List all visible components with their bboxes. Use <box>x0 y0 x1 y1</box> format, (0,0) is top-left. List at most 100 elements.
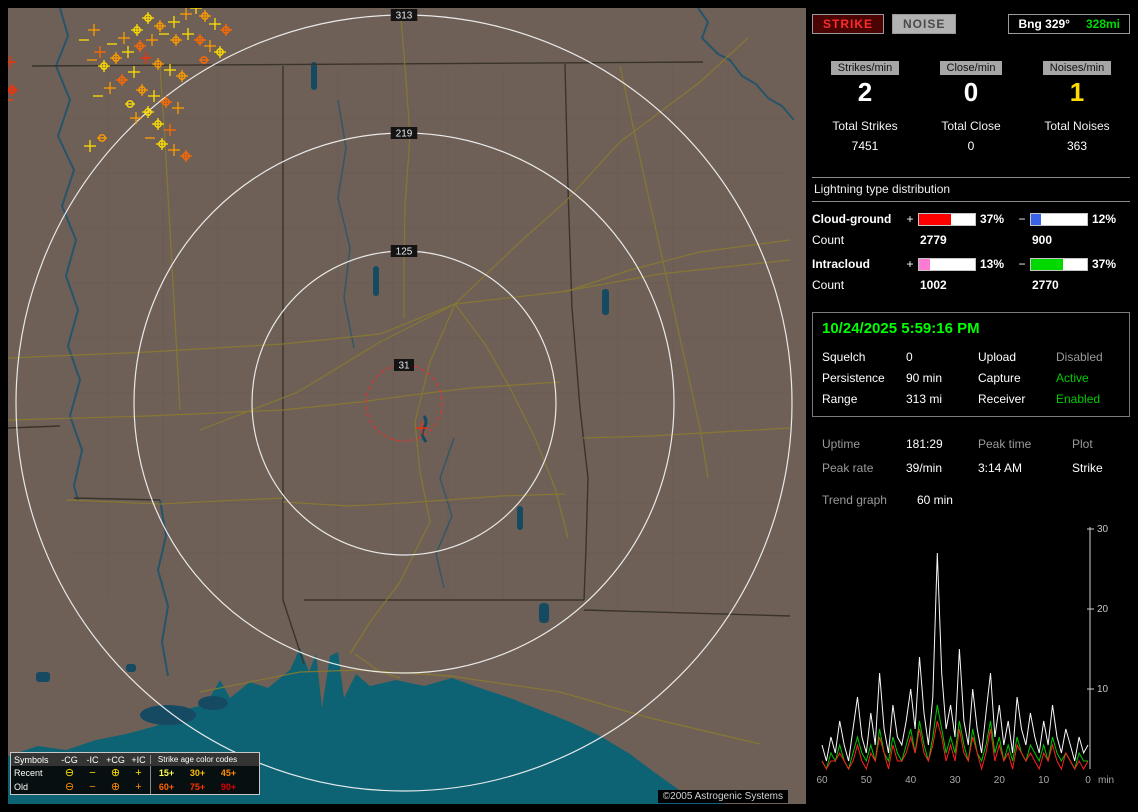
peak-time-value: 3:14 AM <box>978 461 1023 475</box>
svg-text:30: 30 <box>1097 524 1109 535</box>
distribution-bar <box>1030 212 1088 226</box>
setting-status: Enabled <box>1056 392 1101 406</box>
uptime-value: 181:29 <box>906 437 943 451</box>
polarity-sign: − <box>1018 257 1026 271</box>
distribution-title: Lightning type distribution <box>812 178 1130 202</box>
trend-series-total-strikes <box>821 552 1089 762</box>
svg-text:20: 20 <box>1097 604 1109 615</box>
setting-label: Squelch <box>822 350 866 364</box>
strike-symbol-icon: + <box>135 781 142 793</box>
setting-value: 313 mi <box>906 392 943 406</box>
strike-symbol-icon: − <box>89 767 96 779</box>
polarity-sign: + <box>906 257 914 271</box>
age-code: 30+ <box>189 768 206 778</box>
distribution-percent: 37% <box>980 212 1005 226</box>
setting-label: Upload <box>978 350 1017 364</box>
copyright-text: ©2005 Astrogenic Systems <box>657 790 788 803</box>
legend-age-cells: 15+ 30+ 45+ <box>150 766 244 780</box>
polarity-sign: + <box>906 212 914 226</box>
distribution-percent: 13% <box>980 257 1005 271</box>
distribution-bar-cell: +13% <box>906 257 1018 271</box>
rate-columns: Strikes/min 2 Total Strikes 7451 Close/min 0 T… <box>812 60 1130 153</box>
plot-label: Plot <box>1072 437 1093 451</box>
trend-header: Trend graph 60 min <box>812 493 1130 507</box>
total-label: Total Strikes <box>832 119 898 133</box>
distribution-type-label: Cloud-ground <box>812 212 892 226</box>
strike-indicator[interactable]: STRIKE <box>812 14 885 34</box>
rate-header-button[interactable]: Strikes/min <box>830 61 900 75</box>
distribution-row-1: Intracloud +13% − 37% <box>812 257 1130 271</box>
rate-column-0: Strikes/min 2 Total Strikes 7451 <box>812 60 918 153</box>
strike-symbol-icon: ⊖ <box>64 781 75 793</box>
map-legend: Symbols -CG -IC +CG +IC Strike age color code… <box>10 752 260 795</box>
setting-value: 0 <box>906 350 913 364</box>
status-panel: STRIKE NOISE Bng 329° 328mi Strikes/min 2… <box>812 8 1130 804</box>
svg-text:0: 0 <box>1085 775 1091 786</box>
svg-text:30: 30 <box>949 775 961 786</box>
distribution-bar <box>918 212 976 226</box>
count-value: 2779 <box>920 233 947 247</box>
count-value: 1002 <box>920 278 947 292</box>
count-value: 900 <box>1032 233 1053 247</box>
distribution-percent: 12% <box>1092 212 1117 226</box>
legend-col-+CG: +CG <box>106 754 125 765</box>
distribution-bar <box>918 257 976 271</box>
distribution-section: Lightning type distribution Cloud-ground… <box>812 177 1130 292</box>
distribution-bar <box>1030 257 1088 271</box>
trend-label: Trend graph <box>822 493 887 507</box>
age-code: 45+ <box>220 768 237 778</box>
legend-col--IC: -IC <box>86 754 99 765</box>
ring-label: 313 <box>396 11 413 22</box>
rate-value: 1 <box>1069 77 1085 107</box>
polarity-sign: − <box>1018 212 1026 226</box>
peak-time-label: Peak time <box>978 437 1032 451</box>
rate-column-2: Noises/min 1 Total Noises 363 <box>1024 60 1130 153</box>
rate-value: 2 <box>857 77 873 107</box>
noise-indicator[interactable]: NOISE <box>892 14 957 34</box>
strike-symbol-icon: − <box>89 781 96 793</box>
count-label: Count <box>812 278 845 292</box>
setting-label: Persistence <box>822 371 885 385</box>
svg-text:40: 40 <box>905 775 917 786</box>
legend-header: Symbols -CG -IC +CG +IC Strike age color code… <box>11 753 259 766</box>
setting-value: 90 min <box>906 371 943 385</box>
distribution-count-row: Count 1002 2770 <box>812 278 1130 292</box>
bearing-readout: Bng 329° 328mi <box>1008 14 1130 34</box>
distribution-percent: 37% <box>1092 257 1117 271</box>
svg-text:10: 10 <box>1038 775 1050 786</box>
setting-status: Active <box>1056 371 1089 385</box>
age-code: 75+ <box>189 782 206 792</box>
count-value: 2770 <box>1032 278 1059 292</box>
legend-age-cells: 60+ 75+ 90+ <box>150 780 244 794</box>
svg-text:20: 20 <box>994 775 1006 786</box>
map-canvas: 313 219 125 31 <box>8 8 806 804</box>
legend-row-recent: Recent ⊖ − ⊕ +15+ 30+ 45+ <box>11 766 259 780</box>
bearing-distance: 328mi <box>1085 17 1120 31</box>
strike-symbol-icon: + <box>135 767 142 779</box>
datetime-display: 10/24/2025 5:59:16 PM <box>822 320 980 337</box>
plot-value[interactable]: Strike <box>1072 461 1120 475</box>
indicator-row: STRIKE NOISE Bng 329° 328mi <box>812 14 1130 34</box>
ring-label: 125 <box>396 247 413 258</box>
total-value: 0 <box>967 139 975 153</box>
legend-col-+IC: +IC <box>131 754 146 765</box>
strike-symbol-icon: ⊕ <box>110 781 121 793</box>
ring-label: 219 <box>396 129 413 140</box>
rate-header-button[interactable]: Close/min <box>939 61 1003 75</box>
strike-symbol-icon: ⊖ <box>64 767 75 779</box>
setting-label: Receiver <box>978 392 1026 406</box>
trend-window: 60 min <box>916 493 953 507</box>
rate-header-button[interactable]: Noises/min <box>1042 61 1112 75</box>
distribution-bar-cell: +37% <box>906 212 1018 226</box>
system-info-box: 10/24/2025 5:59:16 PM Squelch 0 Upload Disa… <box>812 312 1130 417</box>
bearing-value: Bng 329° <box>1018 17 1070 31</box>
svg-text:60: 60 <box>816 775 828 786</box>
strike-symbol-icon: ⊕ <box>110 767 121 779</box>
legend-row-label: Recent <box>14 768 43 778</box>
radar-map[interactable]: 313 219 125 31 Symbols -CG -IC +CG +IC Strike ag… <box>8 8 806 804</box>
svg-text:min: min <box>1098 775 1114 786</box>
svg-text:50: 50 <box>861 775 873 786</box>
count-label: Count <box>812 233 845 247</box>
rate-value: 0 <box>963 77 979 107</box>
total-value: 363 <box>1066 139 1088 153</box>
